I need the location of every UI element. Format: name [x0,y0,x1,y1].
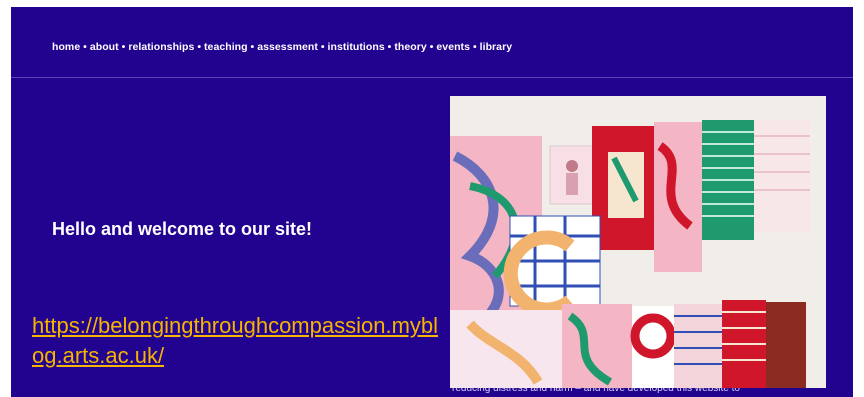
nav-menu[interactable]: home • about • relationships • teaching … [52,41,512,53]
textile-collage-photo-icon [450,96,826,388]
slide: home • about • relationships • teaching … [11,7,853,397]
header-divider [11,77,853,78]
welcome-heading: Hello and welcome to our site! [52,219,313,239]
site-link[interactable]: https://belongingthroughcompassion.myblo… [32,311,442,371]
textile-collage-image [450,96,826,388]
